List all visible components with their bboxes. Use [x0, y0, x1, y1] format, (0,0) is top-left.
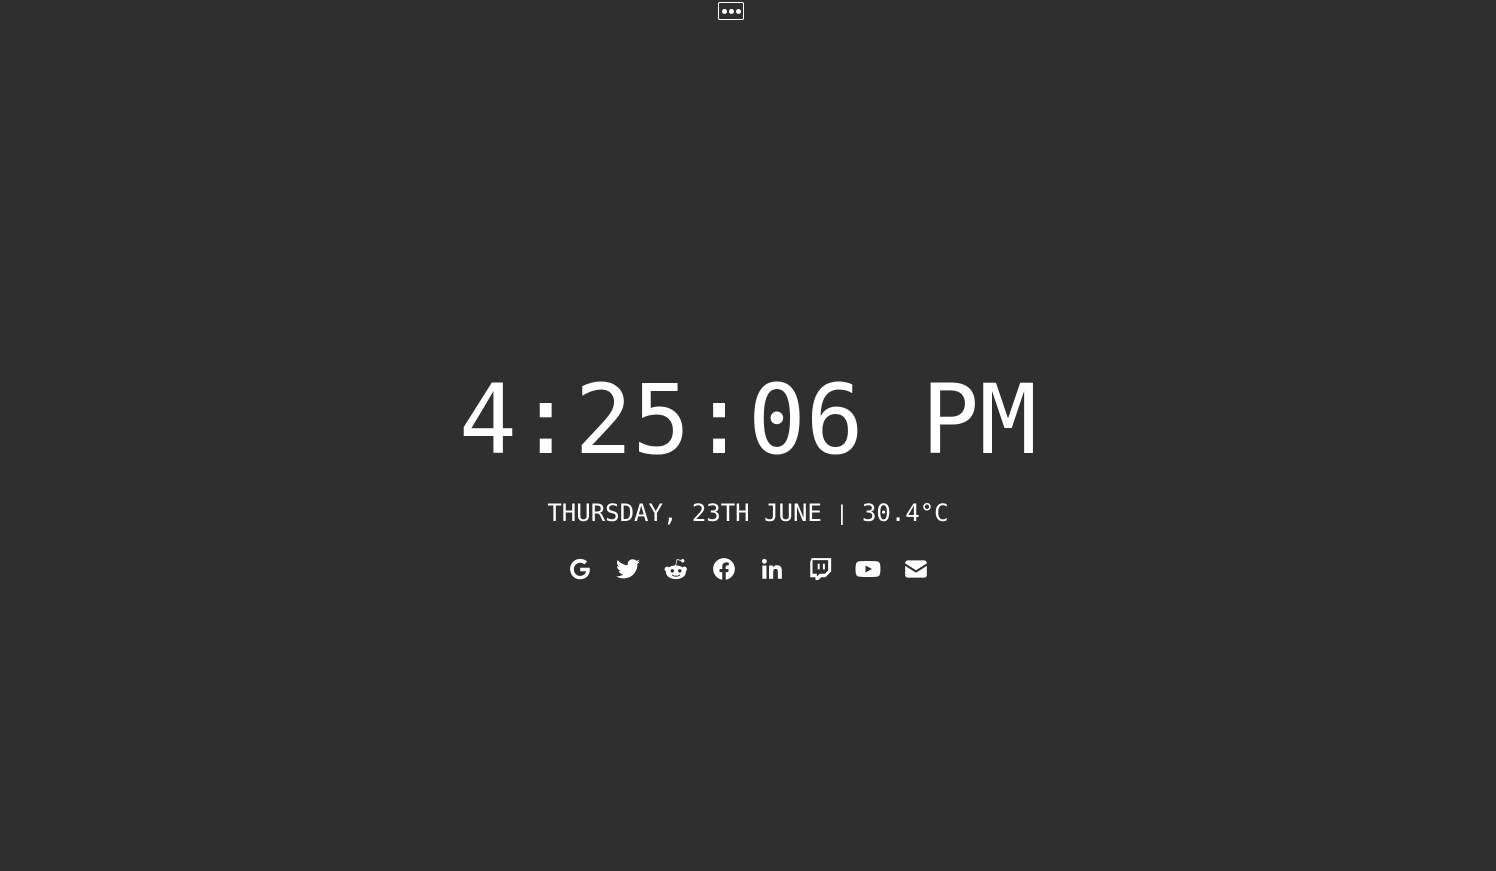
- linkedin-link[interactable]: [759, 556, 785, 582]
- twitch-icon: [810, 558, 832, 581]
- youtube-icon: [855, 560, 881, 578]
- linkedin-icon: [762, 558, 782, 579]
- quick-links: [567, 556, 929, 582]
- clock-time: 4:25:06 PM: [459, 364, 1037, 476]
- google-icon: [570, 558, 590, 580]
- facebook-link[interactable]: [711, 556, 737, 582]
- twitter-icon: [616, 559, 640, 579]
- ellipsis-dot: [728, 8, 734, 14]
- mail-link[interactable]: [903, 556, 929, 582]
- main-panel: 4:25:06 PM THURSDAY, 23TH JUNE | 30.4°C: [0, 370, 1496, 582]
- youtube-link[interactable]: [855, 556, 881, 582]
- google-link[interactable]: [567, 556, 593, 582]
- separator: |: [835, 501, 848, 525]
- twitch-link[interactable]: [807, 556, 833, 582]
- reddit-icon: [664, 559, 687, 580]
- mail-icon: [905, 560, 927, 578]
- date-weather-line: THURSDAY, 23TH JUNE | 30.4°C: [547, 498, 948, 528]
- facebook-icon: [713, 558, 735, 580]
- date-text: THURSDAY, 23TH JUNE: [547, 499, 822, 527]
- menu-button[interactable]: [718, 2, 744, 20]
- temperature-text: 30.4°C: [861, 499, 949, 527]
- twitter-link[interactable]: [615, 556, 641, 582]
- ellipsis-icon: [721, 8, 727, 14]
- reddit-link[interactable]: [663, 556, 689, 582]
- ellipsis-dot: [735, 8, 741, 14]
